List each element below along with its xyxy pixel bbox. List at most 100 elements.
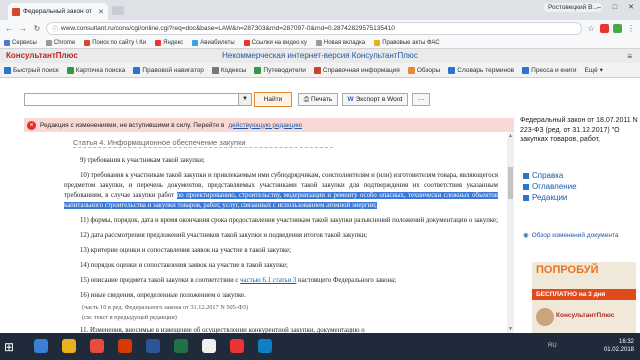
toolbar-dictionary[interactable]: Словарь терминов	[448, 66, 514, 74]
toolbar-reference[interactable]: Справочная информация	[313, 66, 400, 74]
consultant-favicon-icon	[12, 7, 20, 16]
law-link[interactable]: частью 6.1 статьи 3	[240, 277, 296, 284]
promo-headline: ПОПРОБУЙ	[536, 264, 599, 276]
side-link-contents[interactable]: Оглавление	[523, 181, 633, 192]
yandex-icon	[155, 39, 162, 46]
side-link-reference[interactable]: Справка	[523, 170, 633, 181]
card-icon	[66, 66, 74, 74]
export-word-button[interactable]: W Экспорт в Word	[342, 93, 408, 106]
print-button[interactable]: ⎙ Печать	[298, 93, 338, 106]
video-icon	[243, 39, 250, 46]
apps-icon	[4, 39, 10, 46]
list-item: 15) описание предмета такой закупки в со…	[80, 276, 397, 284]
screen: Федеральный закон от ✕ Ростовецкий В... …	[0, 0, 640, 360]
close-window-icon[interactable]: ✕	[624, 2, 638, 13]
back-icon[interactable]: ←	[4, 24, 14, 33]
bookmarks-bar: Сервисы Chrome Поиск по сайту \ Ки Яндек…	[0, 37, 640, 49]
article-divider	[73, 147, 333, 148]
page-icon	[315, 39, 322, 46]
chrome-icon[interactable]	[202, 339, 216, 353]
bookmark-item[interactable]: Авиабилеты	[192, 39, 235, 46]
url-field[interactable]: ⓘ www.consultant.ru/cons/cgi/online.cgi?…	[46, 22, 582, 35]
document-scrollbar[interactable]: ▲ ▼	[507, 133, 514, 333]
more-options-button[interactable]: …	[412, 93, 430, 106]
excel-icon[interactable]	[174, 339, 188, 353]
new-tab-button[interactable]	[112, 6, 124, 15]
toolbar-reviews[interactable]: Обзоры	[407, 66, 440, 74]
scroll-down-icon[interactable]: ▼	[507, 326, 514, 333]
promo-avatar	[536, 308, 554, 326]
site-toolbar: Быстрый поиск Карточка поиска Правовой н…	[0, 63, 640, 78]
info-icon: ⓘ	[52, 27, 59, 33]
folder-icon	[374, 39, 381, 46]
guide-icon	[254, 66, 262, 74]
toolbar-search-card[interactable]: Карточка поиска	[66, 66, 125, 74]
powerpoint-icon[interactable]	[118, 339, 132, 353]
press-icon	[522, 66, 530, 74]
list-item: 12) дата рассмотрения предложений участн…	[80, 231, 368, 239]
edition-notice: × Редакция с изменениями, не вступившими…	[24, 118, 514, 132]
bookmark-item[interactable]: Ссылки на видео ку	[243, 39, 307, 46]
maximize-icon[interactable]: □	[608, 2, 622, 13]
bookmark-item[interactable]: Яндекс	[155, 39, 183, 46]
document-side-links: Справка Оглавление Редакции	[523, 170, 633, 203]
edition-note[interactable]: (часть 10 в ред. Федерального закона от …	[24, 303, 502, 313]
explorer-icon[interactable]	[62, 339, 76, 353]
scroll-thumb[interactable]	[508, 167, 513, 199]
notice-text: Редакция с изменениями, не вступившими в…	[40, 121, 225, 129]
toolbar-codes[interactable]: Кодексы	[211, 66, 246, 74]
browser-tab[interactable]: Федеральный закон от ✕	[8, 3, 108, 20]
opera-icon[interactable]	[90, 339, 104, 353]
close-circle-icon[interactable]: ×	[27, 120, 36, 130]
bookmark-item[interactable]: Chrome	[45, 39, 75, 46]
bookmark-item[interactable]: Поиск по сайту \ Ки	[84, 39, 146, 46]
site-title: Некоммерческая интернет-версия Консульта…	[222, 51, 418, 60]
search-dropdown-icon[interactable]: ▼	[238, 93, 252, 106]
extension-icon[interactable]	[613, 24, 622, 33]
scroll-up-icon[interactable]: ▲	[507, 133, 514, 140]
list-item: 14) порядок оценки и сопоставления заяво…	[80, 261, 288, 269]
bookmark-item[interactable]: Новая вкладка	[315, 39, 365, 46]
extension-icon[interactable]	[600, 24, 609, 33]
word-icon: W	[347, 96, 354, 103]
document-items: 9) требования к участникам такой закупки…	[24, 153, 502, 338]
bookmark-item[interactable]: Правовые акты ФАС	[374, 39, 440, 46]
list-item: 9) требования к участникам такой закупки…	[80, 156, 205, 164]
word-icon[interactable]	[146, 339, 160, 353]
window-controls: – □ ✕	[592, 2, 638, 13]
toolbar-legal-navigator[interactable]: Правовой навигатор	[133, 66, 204, 74]
reload-icon[interactable]: ↻	[32, 24, 42, 33]
address-bar-row: ← → ↻ ⓘ www.consultant.ru/cons/cgi/onlin…	[0, 20, 640, 37]
browser-menu-icon[interactable]: ⋮	[626, 24, 636, 33]
list-item: 13) критерии оценки и сопоставления заяв…	[80, 246, 292, 254]
document-text: Статья 4. Информационное обеспечение зак…	[24, 133, 507, 360]
close-tab-icon[interactable]: ✕	[98, 8, 104, 16]
toolbar-quick-search[interactable]: Быстрый поиск	[4, 66, 59, 74]
forward-icon[interactable]: →	[18, 24, 28, 33]
current-edition-link[interactable]: действующую редакцию	[228, 122, 302, 129]
contents-icon	[523, 183, 529, 190]
find-button[interactable]: Найти	[254, 92, 292, 107]
minimize-icon[interactable]: –	[592, 2, 606, 13]
bookmark-star-icon[interactable]: ☆	[586, 24, 596, 33]
toolbar-more[interactable]: Ещё ▾	[584, 66, 602, 74]
list-item: 16) иные сведения, определенные положени…	[80, 291, 246, 299]
review-icon: ◉	[523, 232, 529, 239]
yandex-icon[interactable]	[230, 339, 244, 353]
ie-icon[interactable]	[34, 339, 48, 353]
previous-edition-note[interactable]: (см. текст в предыдущей редакции)	[24, 313, 502, 323]
url-text: www.consultant.ru/cons/cgi/online.cgi?re…	[61, 25, 395, 32]
hamburger-menu-icon[interactable]: ≡	[627, 52, 632, 61]
list-item: 10) требования к участникам такой закупк…	[64, 171, 498, 209]
review-changes-link[interactable]: ◉ Обзор изменений документа	[523, 232, 633, 240]
document-search-input[interactable]	[24, 93, 246, 106]
start-icon[interactable]: ⊞	[4, 340, 14, 354]
bookmark-item[interactable]: Сервисы	[4, 39, 37, 46]
side-link-editions[interactable]: Редакции	[523, 192, 633, 203]
promo-band: БЕСПЛАТНО на 3 дня	[532, 289, 636, 300]
toolbar-guides[interactable]: Путеводители	[254, 66, 306, 74]
skype-icon[interactable]	[258, 339, 272, 353]
clock[interactable]: 16:32 01.02.2018	[604, 338, 634, 354]
toolbar-press[interactable]: Пресса и книги	[522, 66, 576, 74]
list-item: 11) формы, порядок, дата и время окончан…	[80, 216, 498, 224]
